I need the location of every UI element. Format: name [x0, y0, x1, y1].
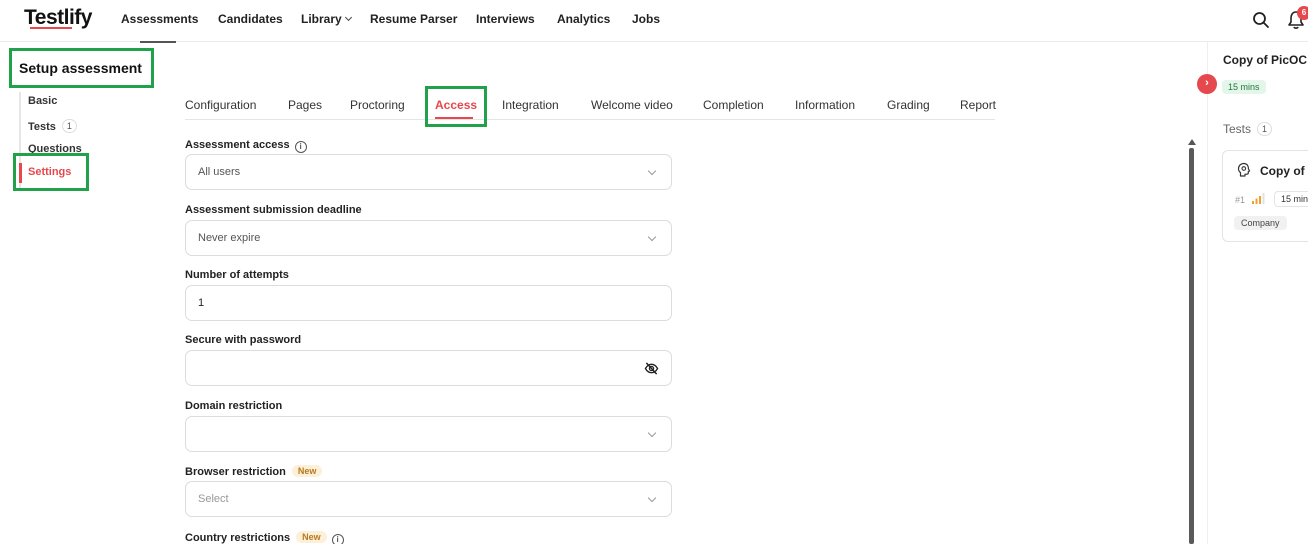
new-badge: New: [296, 531, 327, 543]
browser-restriction-select[interactable]: Select: [185, 481, 672, 517]
nav-candidates[interactable]: Candidates: [218, 12, 283, 26]
chevron-down-icon: [647, 428, 657, 438]
sidebar-title: Setup assessment: [19, 60, 142, 76]
nav-library[interactable]: Library: [301, 12, 352, 26]
info-icon[interactable]: i: [331, 534, 344, 544]
assessment-access-value: All users: [198, 166, 241, 178]
test-card-title: Copy of: [1260, 164, 1305, 178]
password-input[interactable]: [185, 350, 672, 386]
domain-restriction-select[interactable]: [185, 416, 672, 452]
nav-analytics[interactable]: Analytics: [557, 12, 610, 26]
nav-jobs[interactable]: Jobs: [632, 12, 660, 26]
attempts-value: 1: [198, 297, 205, 309]
assessment-title: Copy of PicOC: [1223, 53, 1308, 67]
chevron-down-icon: [647, 493, 657, 503]
country-restrictions-label: Country restrictions New i: [185, 531, 344, 544]
tests-count-badge: 1: [1257, 122, 1273, 136]
domain-restriction-label: Domain restriction: [185, 400, 283, 412]
notification-badge: 6: [1297, 6, 1308, 20]
brain-icon: [1237, 162, 1251, 177]
tab-pages[interactable]: Pages: [288, 98, 322, 112]
assessment-access-label: Assessment access i: [185, 139, 307, 153]
tab-configuration[interactable]: Configuration: [185, 98, 256, 112]
attempts-input[interactable]: 1: [185, 285, 672, 321]
assessment-access-label-text: Assessment access: [185, 139, 290, 151]
sidebar-item-tests[interactable]: Tests 1: [28, 119, 77, 133]
logo-underline: [30, 27, 72, 29]
nav-interviews[interactable]: Interviews: [476, 12, 535, 26]
chevron-down-icon: [647, 232, 657, 242]
tests-count-badge: 1: [61, 119, 77, 133]
nav-resume-parser[interactable]: Resume Parser: [370, 12, 457, 26]
top-navigation: Testlify Assessments Candidates Library …: [0, 0, 1308, 42]
scrollbar[interactable]: [1189, 148, 1194, 544]
chevron-down-icon: [344, 13, 352, 22]
tests-heading-label: Tests: [1223, 122, 1252, 136]
nav-assessments[interactable]: Assessments: [121, 12, 198, 26]
tab-information[interactable]: Information: [795, 98, 855, 112]
browser-restriction-label-text: Browser restriction: [185, 466, 286, 478]
submission-deadline-select[interactable]: Never expire: [185, 220, 672, 256]
tab-grading[interactable]: Grading: [887, 98, 930, 112]
new-badge: New: [291, 465, 323, 477]
duration-badge: 15 mins: [1222, 80, 1266, 94]
sidebar-item-label: Tests: [28, 121, 56, 133]
chevron-down-icon: [647, 166, 657, 176]
attempts-label: Number of attempts: [185, 269, 289, 281]
browser-restriction-label: Browser restriction New: [185, 465, 323, 478]
country-restrictions-label-text: Country restrictions: [185, 532, 291, 544]
tab-report[interactable]: Report: [960, 98, 996, 112]
submission-deadline-label: Assessment submission deadline: [185, 204, 362, 216]
password-label: Secure with password: [185, 334, 302, 346]
tests-heading: Tests 1: [1223, 122, 1273, 136]
info-icon[interactable]: i: [294, 141, 307, 153]
nav-active-indicator: [140, 41, 176, 43]
tab-proctoring[interactable]: Proctoring: [350, 98, 405, 112]
test-card-duration: 15 mins: [1274, 191, 1308, 207]
tab-welcome-video[interactable]: Welcome video: [591, 98, 673, 112]
test-card-tag: Company: [1234, 216, 1287, 230]
assessment-access-select[interactable]: All users: [185, 154, 672, 190]
tabs-divider: [185, 119, 995, 120]
tab-integration[interactable]: Integration: [502, 98, 559, 112]
eye-off-icon[interactable]: [644, 361, 659, 376]
browser-restriction-placeholder: Select: [198, 493, 229, 505]
scroll-up-arrow[interactable]: [1188, 139, 1196, 145]
settings-highlight-box: [13, 153, 89, 191]
difficulty-signal-icon: [1252, 193, 1265, 204]
sidebar-item-basic[interactable]: Basic: [28, 95, 57, 107]
test-rank: #1: [1235, 195, 1246, 205]
tab-completion[interactable]: Completion: [703, 98, 764, 112]
access-highlight-box: [425, 86, 487, 127]
search-icon[interactable]: [1252, 11, 1270, 29]
submission-deadline-value: Never expire: [198, 232, 261, 244]
nav-library-label: Library: [301, 12, 342, 26]
collapse-panel-button[interactable]: ›: [1197, 74, 1217, 94]
panel-divider: [1207, 42, 1208, 544]
